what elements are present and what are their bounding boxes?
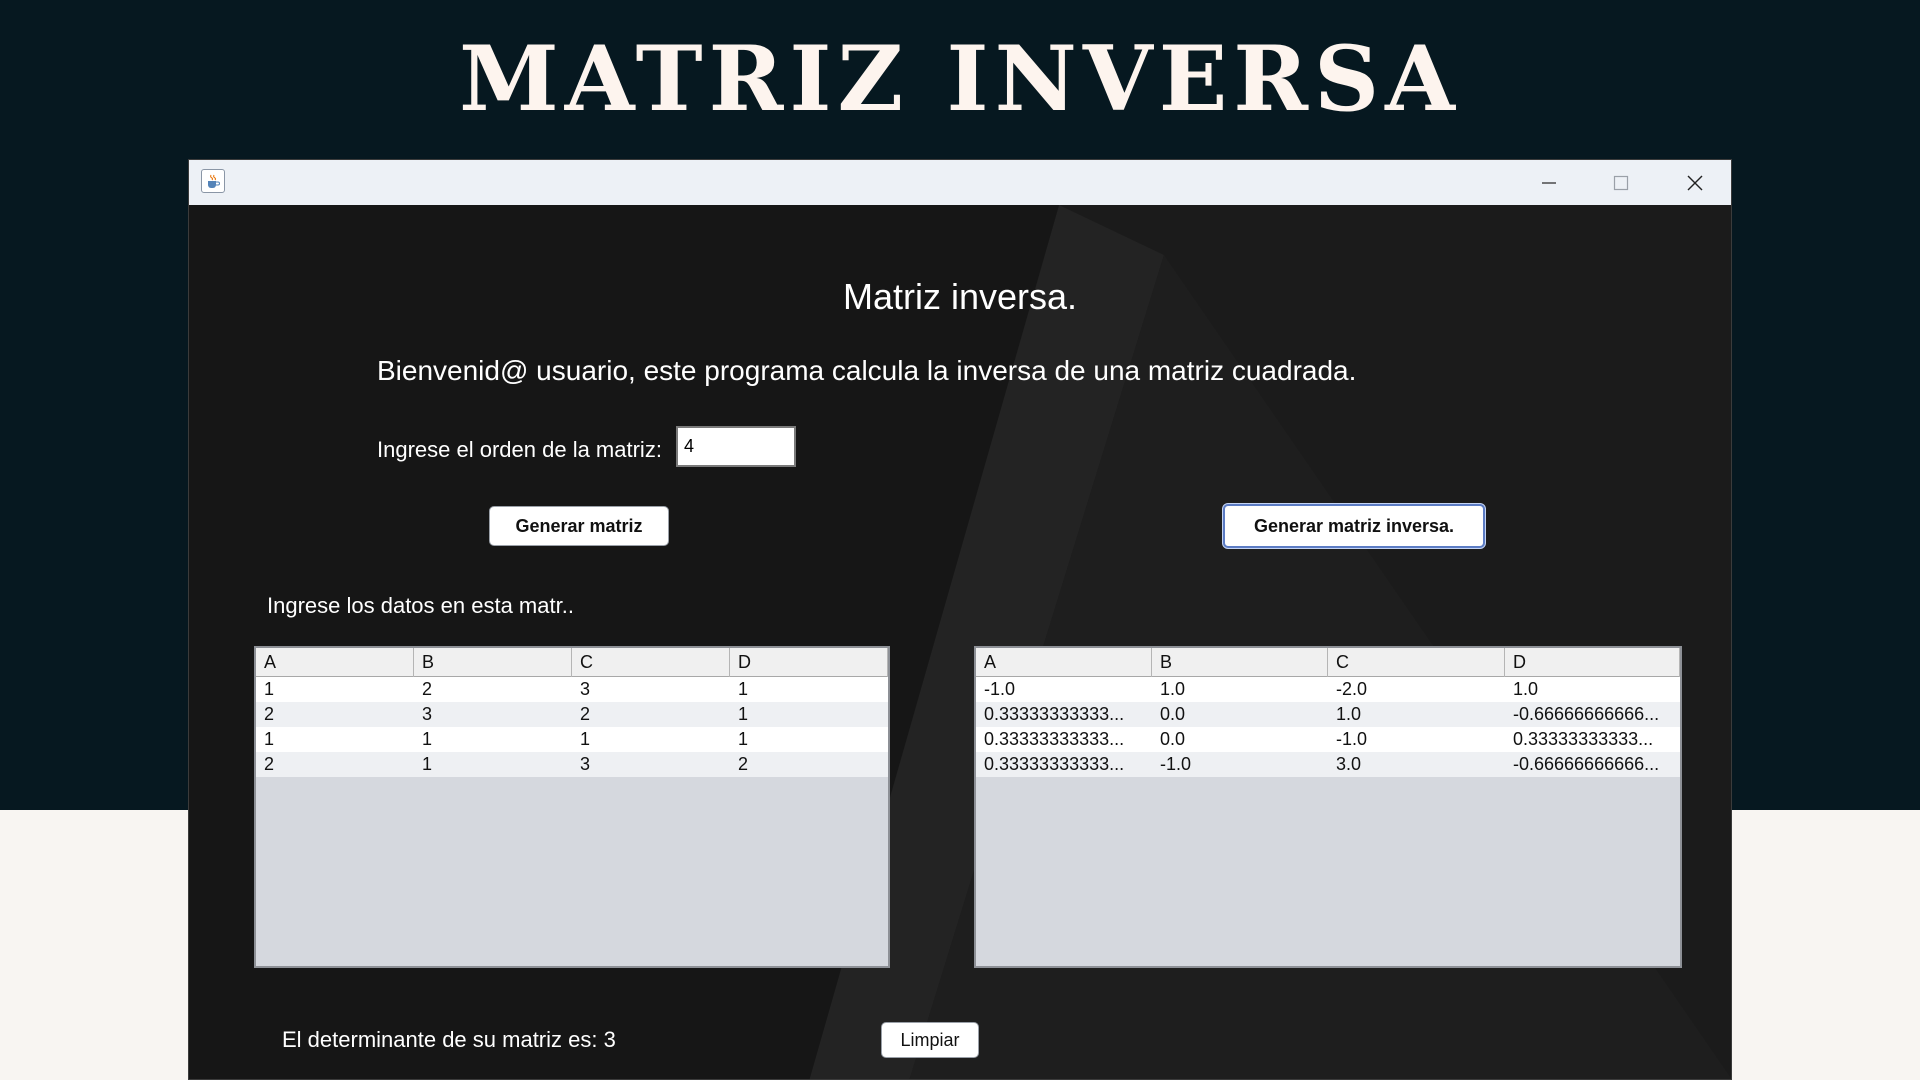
table-cell[interactable]: 1 (572, 727, 730, 752)
java-cup-icon[interactable] (201, 169, 225, 193)
determinant-label: El determinante de su matriz es: 3 (282, 1027, 616, 1052)
table-header: A B C D (256, 648, 888, 677)
generate-inverse-button[interactable]: Generar matriz inversa. (1223, 504, 1485, 548)
table-header: A B C D (976, 648, 1680, 677)
minimize-button[interactable] (1513, 160, 1585, 205)
generate-matrix-button[interactable]: Generar matriz (489, 506, 669, 546)
column-header[interactable]: B (414, 648, 572, 677)
banner-title: MATRIZ INVERSA (459, 26, 1461, 132)
column-header[interactable]: D (730, 648, 888, 677)
table-cell[interactable]: -0.66666666666... (1505, 702, 1680, 727)
table-row[interactable]: 0.33333333333... 0.0 1.0 -0.66666666666.… (976, 702, 1680, 727)
input-matrix-table[interactable]: A B C D 1 2 3 1 2 3 2 1 1 1 1 1 2 1 3 2 (254, 646, 890, 968)
table-row[interactable]: 2 1 3 2 (256, 752, 888, 777)
table-cell[interactable]: 0.33333333333... (1505, 727, 1680, 752)
table-row[interactable]: 0.33333333333... -1.0 3.0 -0.66666666666… (976, 752, 1680, 777)
table-cell[interactable]: 3 (572, 677, 730, 702)
maximize-button[interactable] (1585, 160, 1657, 205)
table-cell[interactable]: 0.33333333333... (976, 702, 1152, 727)
table-cell[interactable]: 0.0 (1152, 727, 1328, 752)
app-window: Matriz inversa. Bienvenid@ usuario, este… (188, 159, 1732, 1080)
table-cell[interactable]: 1.0 (1505, 677, 1680, 702)
order-label: Ingrese el orden de la matriz: (377, 437, 662, 462)
close-icon (1687, 175, 1703, 191)
table-cell[interactable]: -2.0 (1328, 677, 1505, 702)
table-cell[interactable]: 0.33333333333... (976, 752, 1152, 777)
inverse-matrix-table[interactable]: A B C D -1.0 1.0 -2.0 1.0 0.33333333333.… (974, 646, 1682, 968)
column-header[interactable]: C (572, 648, 730, 677)
maximize-icon (1613, 175, 1629, 191)
table-cell[interactable]: 1 (256, 727, 414, 752)
table-cell[interactable]: -1.0 (976, 677, 1152, 702)
data-entry-label: Ingrese los datos en esta matr.. (267, 593, 574, 618)
table-cell[interactable]: 1 (730, 702, 888, 727)
table-cell[interactable]: 3.0 (1328, 752, 1505, 777)
table-cell[interactable]: 2 (256, 702, 414, 727)
close-button[interactable] (1659, 160, 1731, 205)
page-title: Matriz inversa. (842, 276, 1078, 317)
minimize-icon (1542, 182, 1556, 184)
table-cell[interactable]: 1.0 (1152, 677, 1328, 702)
welcome-text: Bienvenid@ usuario, este programa calcul… (377, 355, 1357, 386)
window-titlebar[interactable] (189, 160, 1731, 205)
table-cell[interactable]: 2 (572, 702, 730, 727)
column-header[interactable]: B (1152, 648, 1328, 677)
table-cell[interactable]: 3 (414, 702, 572, 727)
table-row[interactable]: -1.0 1.0 -2.0 1.0 (976, 677, 1680, 702)
table-cell[interactable]: 1 (256, 677, 414, 702)
table-cell[interactable]: 2 (256, 752, 414, 777)
column-header[interactable]: A (256, 648, 414, 677)
table-row[interactable]: 2 3 2 1 (256, 702, 888, 727)
column-header[interactable]: C (1328, 648, 1505, 677)
table-cell[interactable]: 3 (572, 752, 730, 777)
table-cell[interactable]: 2 (414, 677, 572, 702)
table-cell[interactable]: 0.33333333333... (976, 727, 1152, 752)
table-cell[interactable]: -0.66666666666... (1505, 752, 1680, 777)
table-cell[interactable]: -1.0 (1328, 727, 1505, 752)
order-input[interactable] (676, 426, 796, 467)
table-cell[interactable]: 1 (730, 727, 888, 752)
table-cell[interactable]: 1.0 (1328, 702, 1505, 727)
table-cell[interactable]: 1 (414, 727, 572, 752)
table-cell[interactable]: 1 (730, 677, 888, 702)
clear-button[interactable]: Limpiar (881, 1022, 979, 1058)
table-row[interactable]: 0.33333333333... 0.0 -1.0 0.33333333333.… (976, 727, 1680, 752)
column-header[interactable]: D (1505, 648, 1680, 677)
table-cell[interactable]: 1 (414, 752, 572, 777)
table-row[interactable]: 1 2 3 1 (256, 677, 888, 702)
window-content: Matriz inversa. Bienvenid@ usuario, este… (189, 205, 1731, 1079)
table-cell[interactable]: 2 (730, 752, 888, 777)
table-row[interactable]: 1 1 1 1 (256, 727, 888, 752)
column-header[interactable]: A (976, 648, 1152, 677)
table-cell[interactable]: 0.0 (1152, 702, 1328, 727)
table-cell[interactable]: -1.0 (1152, 752, 1328, 777)
